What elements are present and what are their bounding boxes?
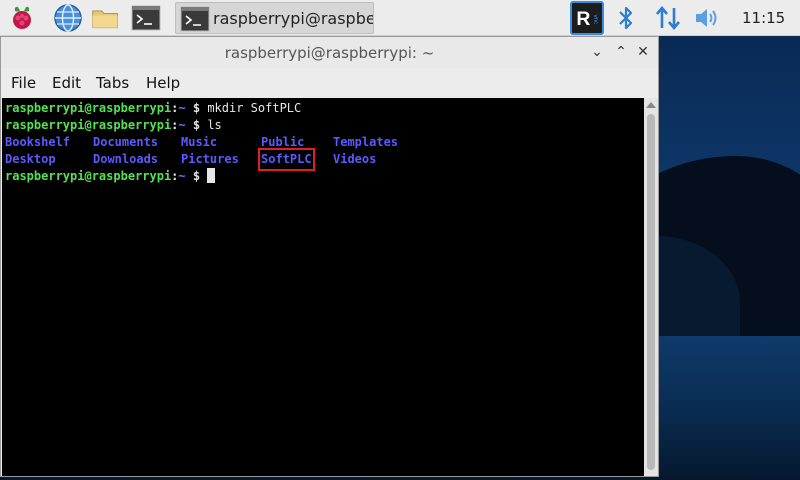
dir-entry: Public <box>261 135 305 149</box>
terminal-window: raspberrypi@raspberrypi: ~ ⌄ ⌃ ✕ File Ed… <box>0 36 659 477</box>
terminal-task-button[interactable]: raspberrypi@raspberr <box>175 2 374 34</box>
terminal-line: raspberrypi@raspberrypi:~ $ ls <box>5 117 644 134</box>
terminal-line: raspberrypi@raspberrypi:~ $ <box>5 168 644 185</box>
prompt-user: raspberrypi@raspberrypi <box>5 118 172 132</box>
scroll-thumb[interactable] <box>647 114 655 470</box>
prompt-path: ~ <box>178 169 186 183</box>
prompt-user: raspberrypi@raspberrypi <box>5 169 172 183</box>
minimize-button[interactable]: ⌄ <box>588 43 606 61</box>
network-icon[interactable] <box>654 5 682 31</box>
ls-output-row: Bookshelf Documents Music Public Templat… <box>5 134 644 151</box>
scroll-up-arrow-icon[interactable] <box>646 102 656 108</box>
dir-entry: Bookshelf <box>5 135 71 149</box>
close-button[interactable]: ✕ <box>634 43 652 61</box>
dir-entry: Templates <box>333 135 399 149</box>
task-button-label: raspberrypi@raspberr <box>213 9 374 28</box>
bluetooth-icon[interactable] <box>615 4 637 32</box>
dir-entry: Videos <box>333 152 377 166</box>
menu-help[interactable]: Help <box>146 74 180 92</box>
maximize-button[interactable]: ⌃ <box>612 43 630 61</box>
web-browser-icon[interactable] <box>53 3 83 33</box>
prompt-symbol: $ <box>185 118 208 132</box>
svg-text:R: R <box>576 8 590 30</box>
terminal-icon <box>180 6 210 32</box>
menu-edit[interactable]: Edit <box>52 74 81 92</box>
prompt-user: raspberrypi@raspberrypi <box>5 101 172 115</box>
dir-entry-highlighted: SoftPLC <box>258 148 315 171</box>
dir-entry: Pictures <box>181 152 239 166</box>
terminal-line: raspberrypi@raspberrypi:~ $ mkdir SoftPL… <box>5 100 644 117</box>
clock[interactable]: 11:15 <box>742 9 785 27</box>
window-titlebar[interactable]: raspberrypi@raspberrypi: ~ ⌄ ⌃ ✕ <box>1 37 658 68</box>
raspberry-pi-menu-icon[interactable] <box>7 3 37 33</box>
dir-entry: Desktop <box>5 152 56 166</box>
terminal-scrollbar[interactable] <box>644 98 658 476</box>
terminal-output[interactable]: raspberrypi@raspberrypi:~ $ mkdir SoftPL… <box>2 98 644 476</box>
svg-text:vnc: vnc <box>592 14 599 24</box>
terminal-icon[interactable] <box>131 3 161 33</box>
menu-tabs[interactable]: Tabs <box>96 74 129 92</box>
dir-entry: Music <box>181 135 218 149</box>
volume-icon[interactable] <box>694 6 722 30</box>
dir-entry: Documents <box>93 135 159 149</box>
vnc-icon[interactable]: R vnc <box>570 1 604 35</box>
window-title: raspberrypi@raspberrypi: ~ <box>224 44 435 62</box>
prompt-symbol: $ <box>185 101 208 115</box>
menu-bar: File Edit Tabs Help <box>1 68 658 98</box>
command-text: ls <box>207 118 222 132</box>
menu-file[interactable]: File <box>11 74 36 92</box>
command-text: mkdir SoftPLC <box>207 101 302 115</box>
taskbar: raspberrypi@raspberr R vnc 11:15 <box>0 0 800 36</box>
prompt-path: ~ <box>178 101 186 115</box>
text-cursor <box>207 168 216 183</box>
prompt-path: ~ <box>178 118 186 132</box>
prompt-symbol: $ <box>185 169 208 183</box>
ls-output-row: Desktop Downloads Pictures SoftPLC Video… <box>5 148 644 171</box>
file-manager-icon[interactable] <box>91 3 121 33</box>
dir-entry: Downloads <box>93 152 159 166</box>
